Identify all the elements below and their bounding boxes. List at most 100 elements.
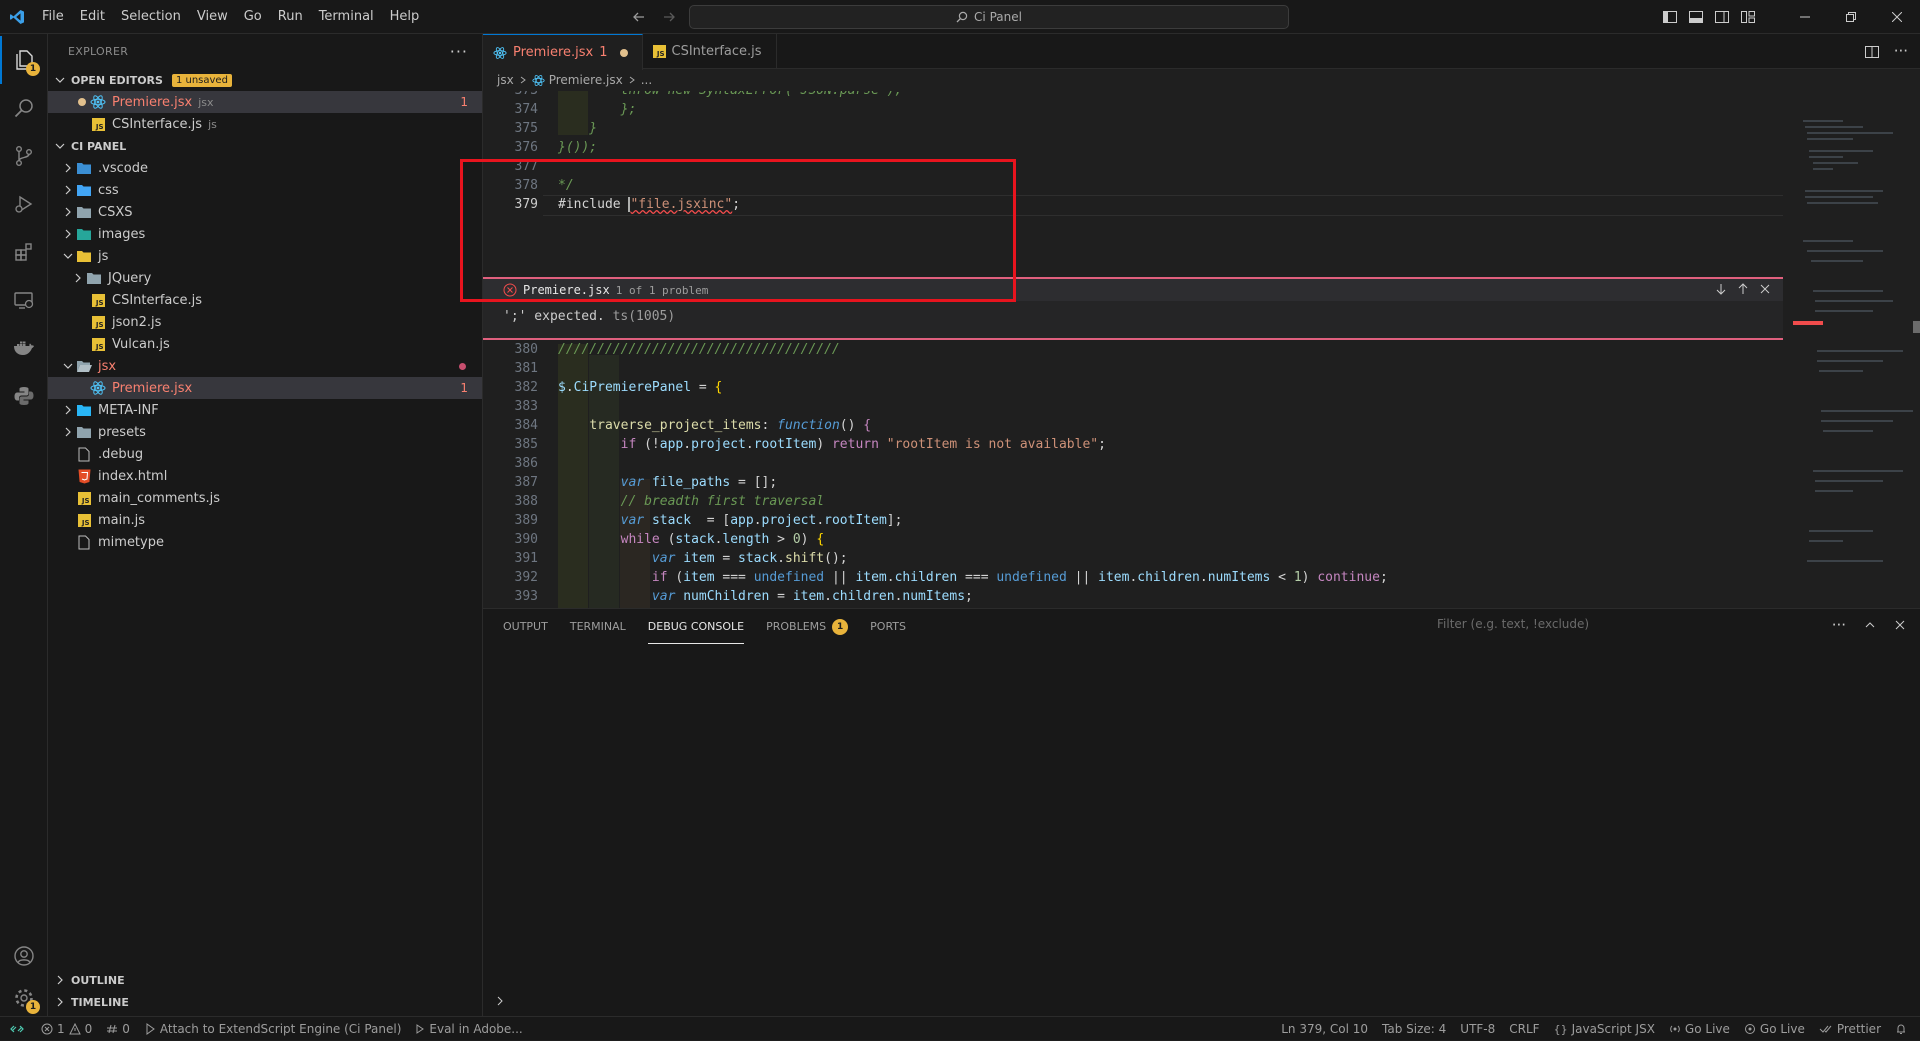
tree-file[interactable]: JS json2.js: [48, 311, 482, 333]
extensions-icon[interactable]: [0, 228, 48, 276]
toggle-panel-icon[interactable]: [1688, 9, 1704, 25]
forward-arrow-icon[interactable]: [662, 10, 676, 24]
go-live-2[interactable]: Go Live: [1737, 1022, 1812, 1036]
prettier-status[interactable]: Prettier: [1812, 1022, 1888, 1036]
minimize-icon[interactable]: [1782, 0, 1828, 34]
eval-status[interactable]: Eval in Adobe...: [408, 1022, 529, 1036]
tree-folder[interactable]: presets: [48, 421, 482, 443]
remote-explorer-icon[interactable]: [0, 276, 48, 324]
end-of-line[interactable]: CRLF: [1502, 1022, 1546, 1036]
notifications-bell-icon[interactable]: [1888, 1023, 1914, 1035]
maximize-panel-icon[interactable]: [1864, 619, 1876, 631]
tree-file[interactable]: JS main_comments.js: [48, 487, 482, 509]
tab-terminal[interactable]: TERMINAL: [570, 609, 626, 644]
warning-count: 0: [84, 1021, 93, 1036]
toggle-primary-sidebar-icon[interactable]: [1662, 9, 1678, 25]
filter-input[interactable]: Filter (e.g. text, !exclude): [1437, 617, 1589, 631]
source-control-icon[interactable]: [0, 132, 48, 180]
breadcrumb-symbol[interactable]: ...: [641, 73, 652, 87]
open-editor-item[interactable]: JS CSInterface.js js: [48, 113, 482, 135]
minimap[interactable]: [1783, 91, 1920, 608]
editor-more-icon[interactable]: ···: [1894, 44, 1908, 60]
tree-folder[interactable]: CSXS: [48, 201, 482, 223]
open-editor-item[interactable]: Premiere.jsx jsx 1: [48, 91, 482, 113]
python-icon[interactable]: [0, 372, 48, 420]
unsaved-dot-icon[interactable]: [74, 98, 90, 106]
timeline-section[interactable]: TIMELINE: [48, 991, 483, 1013]
tab-problems[interactable]: PROBLEMS 1: [766, 609, 849, 644]
tab-csinterface-js[interactable]: JS CSInterface.js: [643, 34, 777, 69]
tree-file[interactable]: JS main.js: [48, 509, 482, 531]
ports-status[interactable]: 0: [99, 1022, 137, 1036]
back-arrow-icon[interactable]: [632, 10, 646, 24]
tree-file-active[interactable]: Premiere.jsx 1: [48, 377, 482, 399]
tree-folder[interactable]: META-INF: [48, 399, 482, 421]
tab-premiere-jsx[interactable]: Premiere.jsx 1: [483, 34, 643, 70]
tree-folder[interactable]: css: [48, 179, 482, 201]
run-debug-icon[interactable]: [0, 180, 48, 228]
previous-problem-icon[interactable]: [1737, 283, 1749, 295]
tab-output[interactable]: OUTPUT: [503, 609, 548, 644]
tree-folder[interactable]: jsx: [48, 355, 482, 377]
tab-debug-console[interactable]: DEBUG CONSOLE: [647, 609, 745, 644]
tree-folder[interactable]: .vscode: [48, 157, 482, 179]
unsaved-dot-icon[interactable]: [619, 48, 628, 57]
breadcrumb-folder[interactable]: jsx: [497, 73, 514, 87]
react-file-icon: [493, 46, 507, 60]
chevron-right-icon: [60, 226, 76, 242]
menu-run[interactable]: Run: [270, 0, 311, 34]
tab-size[interactable]: Tab Size: 4: [1375, 1022, 1453, 1036]
encoding[interactable]: UTF-8: [1453, 1022, 1502, 1036]
close-peek-icon[interactable]: [1759, 283, 1771, 295]
outline-section[interactable]: OUTLINE: [48, 969, 483, 991]
command-center-search[interactable]: Ci Panel: [689, 5, 1289, 29]
restore-icon[interactable]: [1828, 0, 1874, 34]
breadcrumb-file[interactable]: Premiere.jsx: [549, 73, 623, 87]
search-activity-icon[interactable]: [0, 84, 48, 132]
more-actions-icon[interactable]: ···: [450, 42, 468, 61]
docker-icon[interactable]: [0, 324, 48, 372]
menu-selection[interactable]: Selection: [113, 0, 189, 34]
menu-go[interactable]: Go: [236, 0, 270, 34]
tree-file[interactable]: mimetype: [48, 531, 482, 553]
code-editor[interactable]: 373 throw new SyntaxError('JSON.parse');…: [483, 91, 1783, 608]
tree-folder[interactable]: js: [48, 245, 482, 267]
tree-folder[interactable]: JQuery: [48, 267, 482, 289]
peek-message: ';' expected. ts(1005): [483, 301, 1783, 332]
tab-ports[interactable]: PORTS: [870, 609, 906, 644]
close-panel-icon[interactable]: [1894, 619, 1906, 631]
menu-view[interactable]: View: [189, 0, 236, 34]
remote-indicator-icon[interactable]: [0, 1017, 34, 1041]
language-mode[interactable]: {} JavaScript JSX: [1547, 1022, 1662, 1036]
menu-terminal[interactable]: Terminal: [311, 0, 382, 34]
cursor-position[interactable]: Ln 379, Col 10: [1274, 1022, 1375, 1036]
problems-status[interactable]: 1 0: [34, 1022, 99, 1036]
tree-file[interactable]: JS CSInterface.js: [48, 289, 482, 311]
tree-file[interactable]: JS Vulcan.js: [48, 333, 482, 355]
tree-file[interactable]: index.html: [48, 465, 482, 487]
code-line: };: [558, 102, 637, 117]
customize-layout-icon[interactable]: [1740, 9, 1756, 25]
tree-file[interactable]: .debug: [48, 443, 482, 465]
menu-help[interactable]: Help: [382, 0, 428, 34]
accounts-icon[interactable]: [0, 932, 48, 980]
tree-folder[interactable]: images: [48, 223, 482, 245]
status-bar: 1 0 0 Attach to ExtendScript Engine (Ci …: [0, 1016, 1920, 1040]
manage-gear-icon[interactable]: 1: [0, 974, 48, 1022]
go-live-1[interactable]: Go Live: [1662, 1022, 1737, 1036]
split-editor-icon[interactable]: [1864, 44, 1880, 60]
console-prompt-chevron-icon[interactable]: [495, 996, 505, 1006]
tree-item-label: JQuery: [108, 270, 152, 286]
next-problem-icon[interactable]: [1715, 283, 1727, 295]
open-editors-section[interactable]: OPEN EDITORS 1 unsaved: [48, 69, 482, 91]
explorer-activity-icon[interactable]: 1: [0, 36, 48, 84]
code-line: var file_paths = [];: [620, 475, 778, 490]
toggle-secondary-sidebar-icon[interactable]: [1714, 9, 1730, 25]
project-section[interactable]: CI PANEL: [48, 135, 482, 157]
attach-debug-status[interactable]: Attach to ExtendScript Engine (Ci Panel): [137, 1022, 408, 1036]
menu-edit[interactable]: Edit: [72, 0, 113, 34]
panel-more-icon[interactable]: ···: [1832, 618, 1846, 633]
close-window-icon[interactable]: [1874, 0, 1920, 34]
tab-label: TERMINAL: [569, 620, 626, 633]
menu-file[interactable]: File: [34, 0, 72, 34]
